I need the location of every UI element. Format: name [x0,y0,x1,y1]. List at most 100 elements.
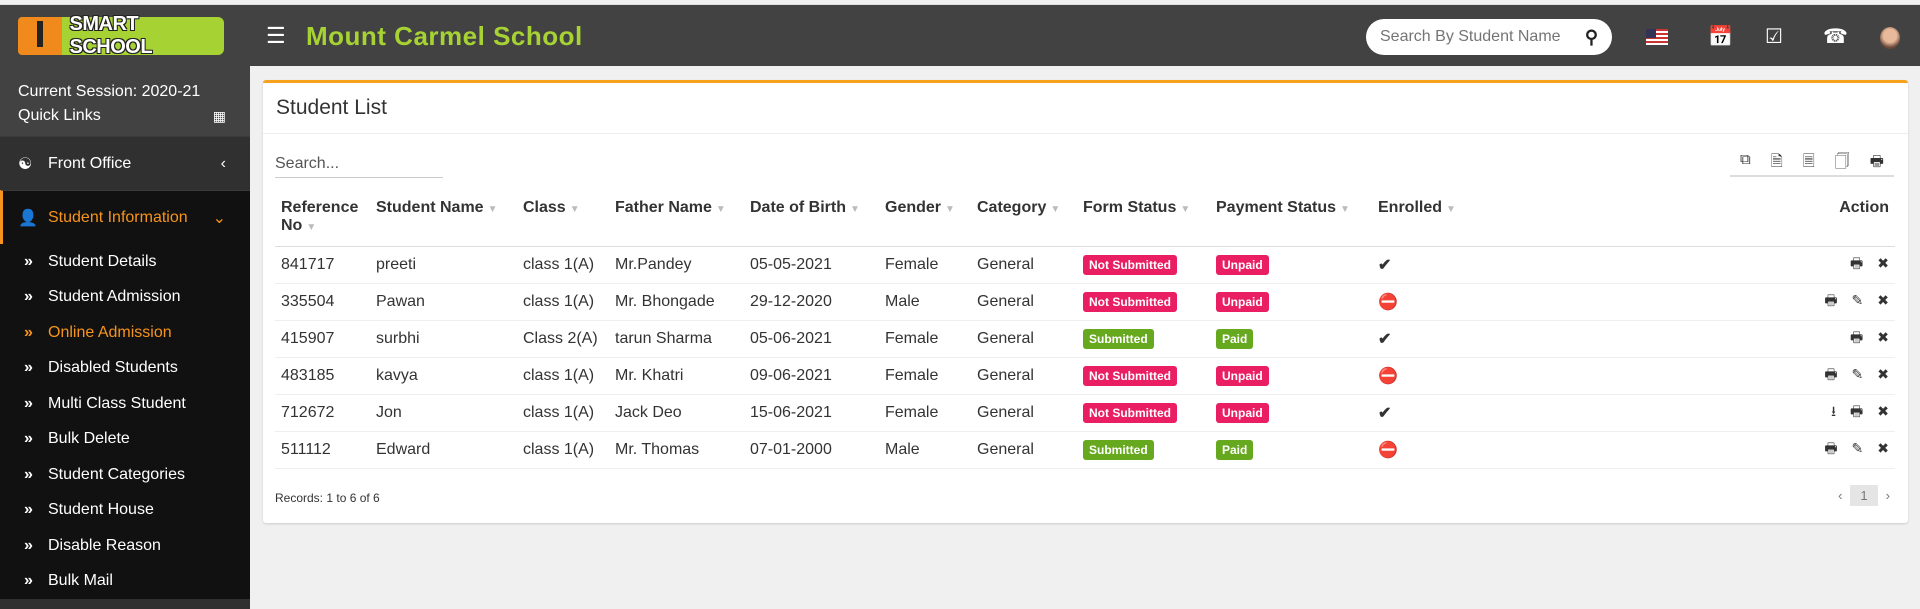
student-name: Jon [370,394,517,432]
menu-toggle-icon[interactable]: ☰ [266,23,286,49]
sort-icon: ▼ [850,204,860,215]
grid-icon[interactable]: ▦ [213,104,226,128]
class: class 1(A) [517,357,609,395]
date-of-birth: 05-05-2021 [744,246,879,284]
payment-status-badge: Unpaid [1216,254,1269,275]
student-list-card: Student List Search... ⧉ 🗎 🗏 🗍 🖶 Referen… [263,80,1908,523]
current-session[interactable]: Current Session: 2020-21 [18,80,232,104]
column-header[interactable]: Enrolled ▼ [1372,191,1607,247]
sidebar-subitem-multi-class-student[interactable]: » Multi Class Student [0,386,250,422]
next-page-icon[interactable]: › [1886,488,1890,503]
column-header[interactable]: Class ▼ [517,191,609,247]
export-toolbar: ⧉ 🗎 🗏 🗍 🖶 [1730,151,1894,177]
column-header[interactable]: Category ▼ [971,191,1077,247]
download-icon[interactable]: ⭳ [1831,403,1836,419]
sidebar-subitem-disable-reason[interactable]: » Disable Reason [0,528,250,564]
calendar-icon[interactable]: 📅 [1708,27,1733,47]
payment-status-badge: Unpaid [1216,402,1269,423]
pdf-icon[interactable]: 🗍 [1835,151,1850,175]
delete-icon[interactable]: ✖ [1877,329,1889,345]
delete-icon[interactable]: ✖ [1877,366,1889,382]
double-chevron-icon: » [24,572,33,590]
sidebar-item-front-office[interactable]: ☯ Front Office ‹ [0,136,250,190]
sidebar-subitem-bulk-mail[interactable]: » Bulk Mail [0,563,250,599]
column-header[interactable]: Reference No ▼ [275,191,370,247]
delete-icon[interactable]: ✖ [1877,255,1889,271]
print-icon[interactable]: 🖶 [1850,329,1863,345]
prev-page-icon[interactable]: ‹ [1838,488,1842,503]
chevron-left-icon: ‹ [220,154,226,172]
double-chevron-icon: » [24,359,33,377]
table-row: 335504 Pawan class 1(A) Mr. Bhongade 29-12-2… [275,283,1895,321]
minus-circle-icon: ⛔ [1378,441,1398,459]
flag-us-icon[interactable] [1646,29,1668,45]
column-header[interactable]: Date of Birth ▼ [744,191,879,247]
print-icon[interactable]: 🖶 [1824,366,1837,382]
student-name: surbhi [370,320,517,358]
excel-icon[interactable]: 🗎 [1771,151,1783,175]
reference-no: 415907 [275,320,370,358]
book-icon [18,17,62,55]
delete-icon[interactable]: ✖ [1877,292,1889,308]
print-icon[interactable]: 🖶 [1850,255,1863,271]
sidebar-subitem-online-admission[interactable]: » Online Admission [0,315,250,351]
sidebar-subitem-bulk-delete[interactable]: » Bulk Delete [0,421,250,457]
column-header[interactable]: Form Status ▼ [1077,191,1210,247]
print-icon[interactable]: 🖶 [1870,151,1884,175]
logo[interactable]: SMART SCHOOL [18,13,224,58]
payment-status-badge: Paid [1216,328,1254,349]
user-plus-icon: 👤 [18,209,38,227]
edit-icon[interactable]: ✎ [1852,440,1864,456]
edit-icon[interactable]: ✎ [1852,366,1864,382]
sort-icon: ▼ [1050,204,1061,215]
table-search-input[interactable]: Search... [275,151,443,178]
double-chevron-icon: » [24,430,33,448]
student-name: kavya [370,357,517,395]
student-name: Pawan [370,283,517,321]
double-chevron-icon: » [24,501,33,519]
gender: Female [879,246,971,284]
sidebar-subitem-student-house[interactable]: » Student House [0,492,250,528]
quick-links[interactable]: Quick Links [18,104,232,128]
column-header[interactable]: Student Name ▼ [370,191,517,247]
column-header[interactable]: Father Name ▼ [609,191,744,247]
reference-no: 335504 [275,283,370,321]
sidebar-subitem-student-admission[interactable]: » Student Admission [0,279,250,315]
print-icon[interactable]: 🖶 [1824,292,1837,308]
student-search-input[interactable] [1380,28,1560,46]
copy-icon[interactable]: ⧉ [1740,151,1751,175]
father-name: Mr. Khatri [609,357,744,395]
date-of-birth: 15-06-2021 [744,394,879,432]
page-number[interactable]: 1 [1850,485,1878,506]
print-icon[interactable]: 🖶 [1824,440,1837,456]
delete-icon[interactable]: ✖ [1877,440,1889,456]
print-icon[interactable]: 🖶 [1850,403,1863,419]
table-row: 483185 kavya class 1(A) Mr. Khatri 09-06-202… [275,357,1895,395]
column-header[interactable]: Gender ▼ [879,191,971,247]
sidebar-subitem-disabled-students[interactable]: » Disabled Students [0,350,250,386]
column-header[interactable]: Payment Status ▼ [1210,191,1372,247]
form-status-badge: Submitted [1083,328,1154,349]
delete-icon[interactable]: ✖ [1877,403,1889,419]
form-status-badge: Not Submitted [1083,402,1177,423]
reference-no: 483185 [275,357,370,395]
sort-icon: ▼ [1180,204,1191,215]
double-chevron-icon: » [24,252,33,270]
table-row: 712672 Jon class 1(A) Jack Deo 15-06-2021 Fem… [275,394,1895,432]
sidebar-subitem-student-categories[interactable]: » Student Categories [0,457,250,493]
sidebar: Current Session: 2020-21 Quick Links ▦ ☯… [0,66,250,609]
student-table: Reference No ▼ Student Name ▼ Class ▼ Father N… [275,191,1895,469]
edit-icon[interactable]: ✎ [1852,292,1864,308]
payment-status-badge: Paid [1216,439,1254,460]
student-search[interactable]: ⚲ [1366,19,1612,55]
search-icon[interactable]: ⚲ [1585,27,1598,48]
date-of-birth: 07-01-2000 [744,431,879,469]
csv-icon[interactable]: 🗏 [1803,151,1815,175]
sort-icon: ▼ [945,204,955,215]
reference-no: 712672 [275,394,370,432]
sidebar-item-student-information[interactable]: 👤 Student Information ⌄ [0,190,250,244]
sidebar-subitem-student-details[interactable]: » Student Details [0,244,250,280]
whatsapp-icon[interactable]: ☎ [1823,27,1848,47]
task-check-icon[interactable]: ☑ [1765,27,1783,47]
avatar[interactable] [1880,27,1900,49]
